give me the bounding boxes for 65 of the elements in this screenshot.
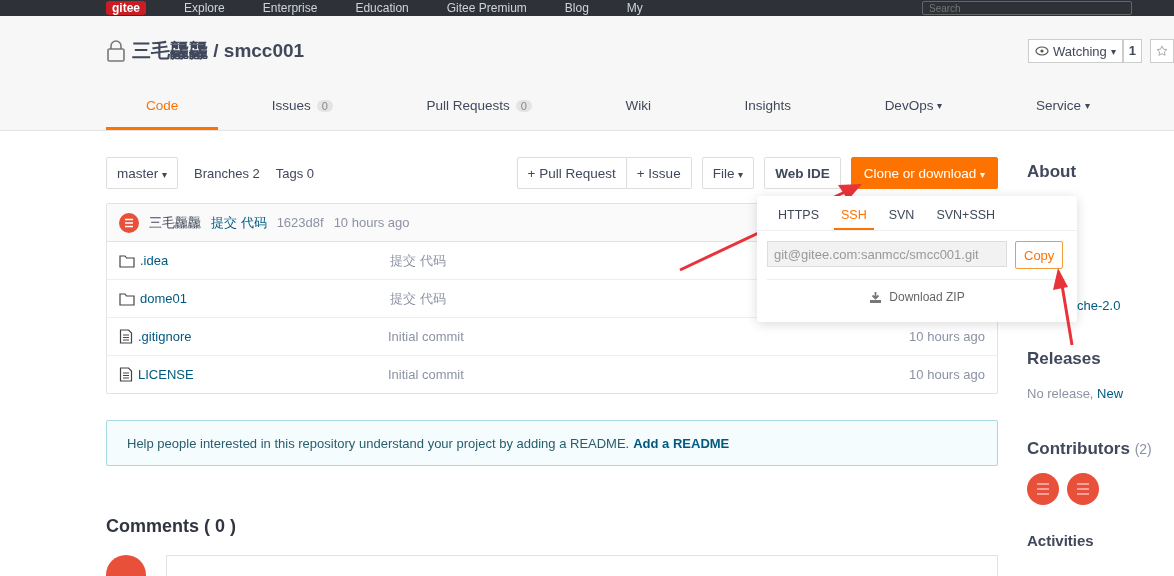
contributor-avatar[interactable]	[1067, 473, 1099, 505]
protocol-tab[interactable]: SVN	[881, 204, 922, 230]
commit-author[interactable]: 三毛龘龘	[149, 213, 201, 232]
nav-link[interactable]: Gitee Premium	[446, 1, 527, 15]
repo-tab[interactable]: Service ▾	[995, 84, 1130, 130]
file-commit-message: 提交 代码	[390, 289, 446, 308]
file-name[interactable]: LICENSE	[138, 367, 383, 382]
eye-icon	[1035, 46, 1050, 56]
readme-notice-text: Help people interested in this repository understand your project by adding a README.	[127, 435, 630, 451]
file-time: 10 hours ago	[909, 329, 985, 344]
license-link[interactable]: che-2.0	[1077, 298, 1174, 313]
repo-tab[interactable]: Pull Requests 0	[386, 84, 572, 130]
issue-button[interactable]: + Issue	[626, 157, 692, 189]
file-commit-message: 提交 代码	[390, 251, 446, 270]
caret-icon: ▾	[1084, 100, 1090, 111]
gitee-logo[interactable]: gitee	[106, 1, 146, 15]
file-name[interactable]: .gitignore	[138, 329, 383, 344]
about-heading: About	[1027, 162, 1078, 182]
nav-link[interactable]: Blog	[564, 1, 589, 15]
contributor-avatar[interactable]	[1027, 473, 1059, 505]
star-button[interactable]	[1150, 39, 1174, 63]
branches-link[interactable]: Branches 2	[194, 165, 260, 181]
contributors-heading: Contributors	[1027, 439, 1130, 458]
file-time: 10 hours ago	[909, 367, 985, 382]
repo-tab[interactable]: DevOps ▾	[844, 84, 983, 130]
repo-tab[interactable]: Wiki	[585, 84, 691, 130]
protocol-tab[interactable]: HTTPS	[771, 204, 826, 230]
file-dropdown[interactable]: File ▾	[701, 157, 755, 189]
search-field[interactable]: Search	[922, 1, 1132, 15]
file-commit-message: Initial commit	[388, 329, 464, 344]
protocol-tab[interactable]: SVN+SSH	[929, 204, 1003, 230]
watch-count[interactable]: 1	[1122, 39, 1142, 63]
add-readme-link[interactable]: Add a README	[633, 435, 730, 451]
caret-icon: ▾	[937, 100, 943, 111]
web-ide-button[interactable]: Web IDE	[764, 157, 841, 189]
watch-button[interactable]: Watching ▾	[1028, 39, 1123, 63]
folder-icon	[119, 253, 135, 268]
repo-tab[interactable]: Issues 0	[231, 84, 373, 130]
nav-link[interactable]: My	[626, 1, 643, 15]
activities-heading: Activities	[1027, 532, 1095, 549]
nav-link[interactable]: Explore	[184, 1, 225, 15]
commit-time: 10 hours ago	[333, 215, 410, 230]
file-commit-message: Initial commit	[388, 367, 464, 382]
file-name[interactable]: dome01	[140, 291, 385, 306]
file-name[interactable]: .idea	[140, 253, 385, 268]
star-icon	[1156, 45, 1168, 57]
contributors-count: (2)	[1134, 441, 1152, 457]
download-icon	[869, 290, 883, 304]
lock-icon	[106, 40, 126, 62]
nav-link[interactable]: Education	[355, 1, 409, 15]
commit-message[interactable]: 提交 代码	[211, 213, 267, 232]
releases-heading: Releases	[1027, 349, 1102, 369]
avatar-icon	[119, 212, 139, 233]
comments-heading: Comments ( 0 )	[106, 516, 238, 537]
file-icon	[119, 329, 133, 344]
nav-link[interactable]: Enterprise	[262, 1, 318, 15]
pull-request-button[interactable]: + Pull Request	[516, 157, 627, 189]
tags-link[interactable]: Tags 0	[275, 165, 315, 181]
branch-select[interactable]: master ▾	[106, 157, 178, 189]
repo-tab[interactable]: Insights	[704, 84, 832, 130]
no-release-text: No release,	[1027, 386, 1094, 401]
repo-title[interactable]: 三毛龘龘 / smcc001	[132, 38, 305, 64]
folder-icon	[119, 291, 135, 306]
file-icon	[119, 367, 133, 382]
new-release-link[interactable]: New	[1097, 386, 1124, 401]
